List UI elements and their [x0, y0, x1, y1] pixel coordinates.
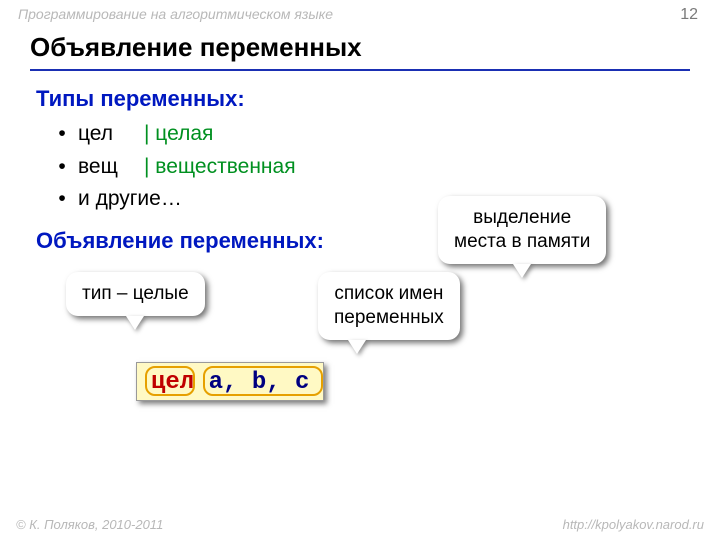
- page-title: Объявление переменных: [30, 32, 690, 71]
- type-comment: | вещественная: [144, 151, 296, 184]
- callout-tail: [348, 340, 366, 354]
- context-label: Программирование на алгоритмическом язык…: [18, 6, 333, 22]
- type-keyword: цел: [78, 118, 134, 151]
- type-keyword: и другие…: [78, 183, 182, 216]
- section-decl-heading: Объявление переменных:: [36, 228, 324, 254]
- slide: Программирование на алгоритмическом язык…: [0, 0, 720, 540]
- footer-url: http://kpolyakov.narod.ru: [563, 517, 704, 532]
- type-keyword: вещ: [78, 151, 134, 184]
- footer-copyright: © К. Поляков, 2010-2011: [16, 517, 163, 532]
- bullet-dot: •: [56, 151, 68, 184]
- callout-tail: [126, 316, 144, 330]
- callout-text: переменных: [334, 307, 444, 328]
- callout-type: тип – целые: [66, 272, 205, 316]
- highlight-ring: [145, 366, 195, 396]
- type-comment: | целая: [144, 118, 213, 151]
- highlight-ring: [203, 366, 323, 396]
- section-types-heading: Типы переменных:: [36, 86, 245, 112]
- page-number: 12: [680, 6, 698, 24]
- callout-text: выделение: [473, 207, 571, 228]
- bullet-dot: •: [56, 118, 68, 151]
- list-item: • и другие…: [56, 183, 296, 216]
- code-box: цел a, b, c: [136, 362, 324, 401]
- bullet-dot: •: [56, 183, 68, 216]
- list-item: • цел | целая: [56, 118, 296, 151]
- callout-text: список имен: [334, 283, 443, 304]
- list-item: • вещ | вещественная: [56, 151, 296, 184]
- callout-tail: [513, 264, 531, 278]
- callout-memory: выделение места в памяти: [438, 196, 606, 264]
- callout-text: места в памяти: [454, 231, 590, 252]
- callout-text: тип – целые: [82, 283, 189, 304]
- type-bullets: • цел | целая • вещ | вещественная • и д…: [56, 118, 296, 216]
- callout-list: список имен переменных: [318, 272, 460, 340]
